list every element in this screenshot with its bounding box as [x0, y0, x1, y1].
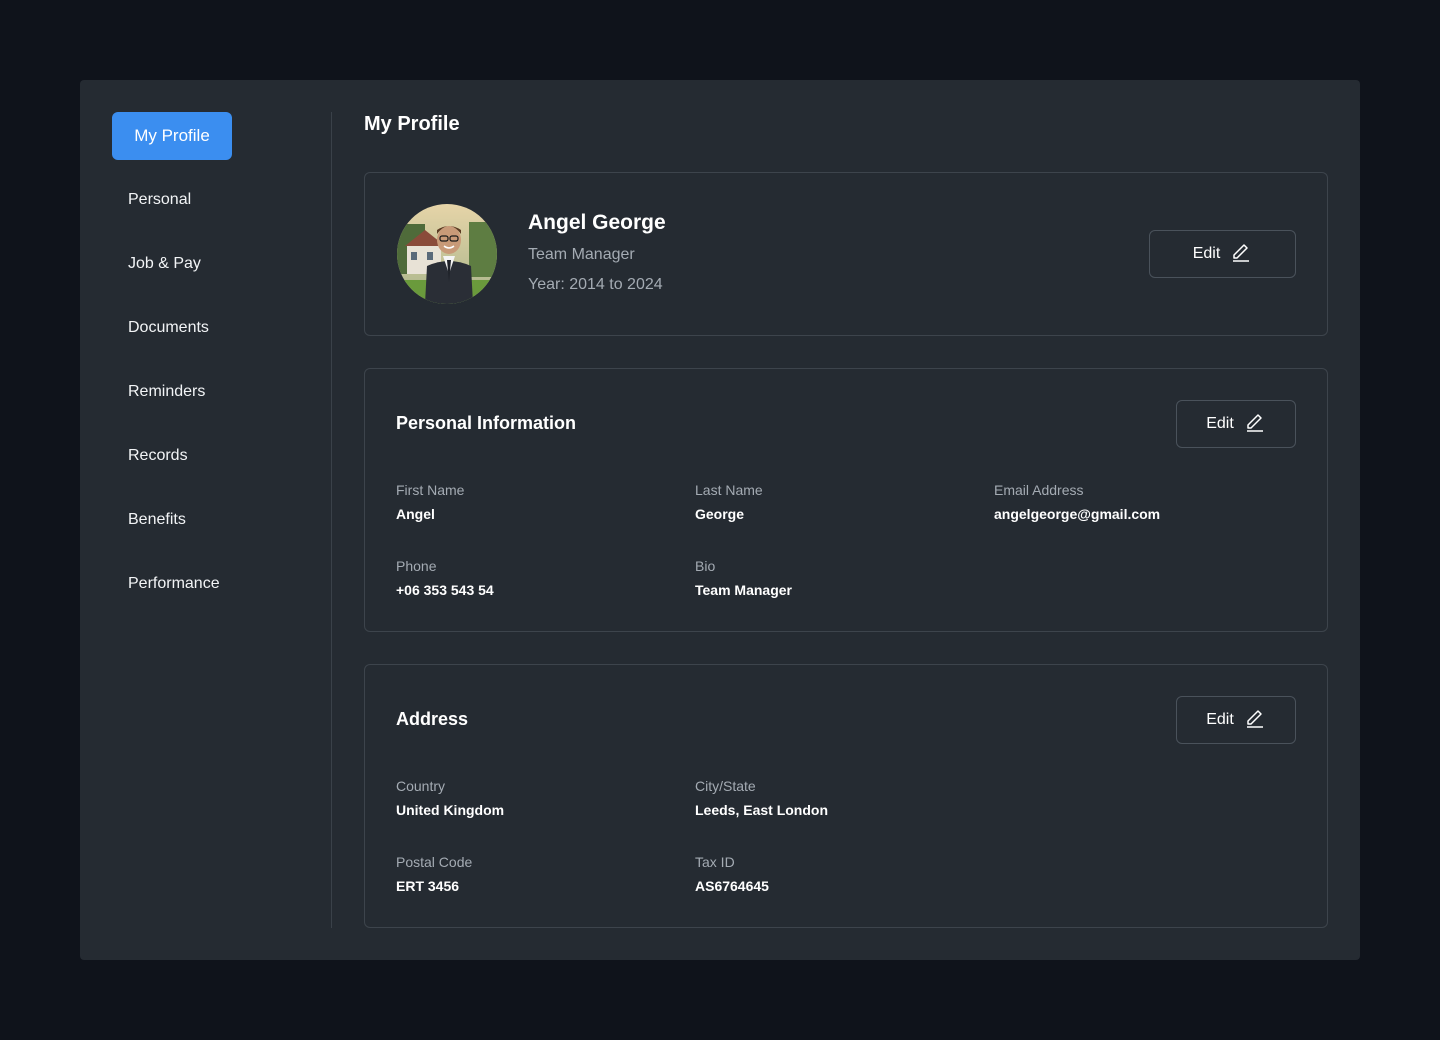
country-value: United Kingdom	[396, 802, 505, 818]
profile-role: Team Manager	[528, 246, 635, 263]
phone-label: Phone	[396, 558, 437, 574]
last-name-value: George	[695, 506, 745, 522]
sidebar-divider	[331, 112, 332, 928]
address-card: Address Edit Country United Kingdom City…	[364, 664, 1328, 928]
edit-personal-button[interactable]: Edit	[1176, 400, 1296, 448]
profile-window: My Profile Personal Job & Pay Documents …	[80, 80, 1360, 960]
email-label: Email Address	[994, 482, 1084, 498]
city-value: Leeds, East London	[695, 802, 829, 818]
tax-id-value: AS6764645	[695, 878, 769, 894]
edit-address-label: Edit	[1206, 711, 1234, 728]
pencil-icon	[1244, 707, 1266, 734]
sidebar-item-reminders[interactable]: Reminders	[128, 380, 205, 404]
profile-years: Year: 2014 to 2024	[528, 276, 663, 293]
sidebar-item-personal[interactable]: Personal	[128, 188, 191, 212]
country-label: Country	[396, 778, 446, 794]
sidebar-item-records[interactable]: Records	[128, 444, 188, 468]
personal-info-card: Personal Information Edit First Name Ang…	[364, 368, 1328, 632]
tax-id-label: Tax ID	[695, 854, 735, 870]
address-title: Address	[396, 709, 469, 729]
last-name-label: Last Name	[695, 482, 763, 498]
edit-profile-button[interactable]: Edit	[1149, 230, 1296, 278]
phone-value: +06 353 543 54	[396, 582, 494, 598]
edit-profile-label: Edit	[1192, 245, 1221, 262]
profile-card: Angel George Team Manager Year: 2014 to …	[364, 172, 1328, 336]
personal-info-title: Personal Information	[396, 413, 577, 433]
pencil-icon	[1230, 241, 1252, 268]
sidebar-item-job-pay[interactable]: Job & Pay	[128, 252, 201, 276]
bio-value: Team Manager	[695, 582, 792, 598]
email-value: angelgeorge@gmail.com	[994, 506, 1161, 522]
first-name-label: First Name	[396, 482, 465, 498]
sidebar-item-my-profile[interactable]: My Profile	[112, 112, 232, 160]
sidebar-item-benefits[interactable]: Benefits	[128, 508, 186, 532]
edit-address-button[interactable]: Edit	[1176, 696, 1296, 744]
first-name-value: Angel	[396, 506, 435, 522]
bio-label: Bio	[695, 558, 716, 574]
sidebar-item-documents[interactable]: Documents	[128, 316, 209, 340]
main-content: My Profile Angel George Team Manager Yea…	[364, 80, 1360, 960]
postal-code-value: ERT 3456	[396, 878, 460, 894]
sidebar: My Profile Personal Job & Pay Documents …	[80, 80, 332, 960]
edit-personal-label: Edit	[1206, 415, 1234, 432]
profile-name: Angel George	[528, 211, 666, 234]
pencil-icon	[1244, 411, 1266, 438]
page-title: My Profile	[364, 113, 460, 135]
avatar	[397, 204, 497, 304]
sidebar-item-performance[interactable]: Performance	[128, 572, 220, 596]
postal-code-label: Postal Code	[396, 854, 473, 870]
city-label: City/State	[695, 778, 756, 794]
